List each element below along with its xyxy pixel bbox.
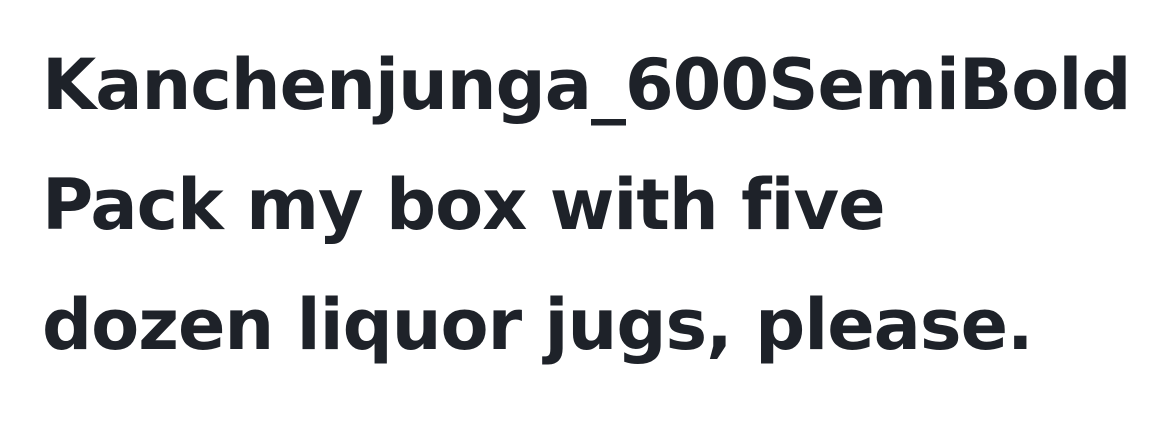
font-name-title: Kanchenjunga_600SemiBold [42, 44, 1131, 126]
sample-text-line-1: Pack my box with five [42, 164, 886, 246]
sample-text-line-2: dozen liquor jugs, please. [42, 284, 1034, 366]
font-preview: Kanchenjunga_600SemiBold Pack my box wit… [42, 40, 1142, 390]
